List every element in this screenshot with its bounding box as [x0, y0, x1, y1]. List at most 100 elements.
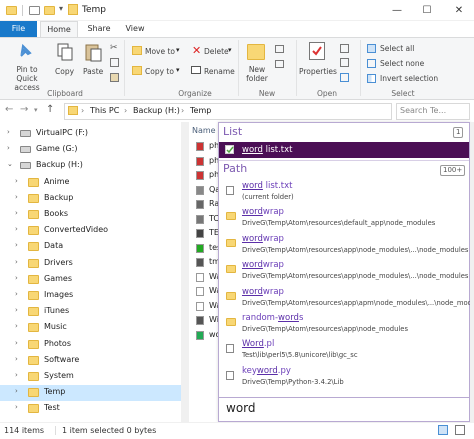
content-scrollbar[interactable] — [470, 122, 474, 422]
paste-button[interactable]: Paste — [83, 67, 103, 76]
new-folder-button[interactable]: New folder — [243, 65, 271, 83]
paste-shortcut-icon[interactable] — [110, 73, 119, 82]
copy-to-button[interactable]: Copy to — [145, 67, 174, 76]
tree-drive-item[interactable]: › Game (G:) — [0, 142, 182, 158]
recent-locations-icon[interactable]: ▾ — [34, 106, 38, 114]
chevron-right-icon[interactable]: › — [15, 209, 18, 217]
up-icon[interactable]: ↑ — [46, 104, 54, 115]
copy-path-icon[interactable] — [110, 58, 119, 67]
large-icons-view-icon[interactable] — [455, 425, 465, 435]
tab-share[interactable]: Share — [82, 21, 116, 37]
result-name[interactable]: wordwrap — [242, 260, 284, 270]
tree-folder-item[interactable]: › Photos — [0, 337, 182, 353]
navigation-scrollbar[interactable] — [181, 122, 189, 422]
forward-icon[interactable]: → — [20, 104, 28, 115]
tree-folder-item[interactable]: › iTunes — [0, 304, 182, 320]
quick-access-dropdown-icon[interactable]: ▾ — [59, 4, 63, 13]
chevron-right-icon[interactable]: › — [15, 403, 18, 411]
cut-icon[interactable]: ✂ — [110, 43, 118, 53]
tree-folder-item[interactable]: › Games — [0, 272, 182, 288]
breadcrumb-temp[interactable]: Temp — [190, 106, 211, 115]
easy-access-icon[interactable] — [275, 60, 284, 68]
tree-folder-item[interactable]: › Images — [0, 288, 182, 304]
result-name[interactable]: wordwrap — [242, 234, 284, 244]
result-name[interactable]: Word.pl — [242, 339, 274, 349]
chevron-right-icon[interactable]: › — [15, 339, 18, 347]
result-name[interactable]: keyword.py — [242, 366, 291, 376]
details-view-icon[interactable] — [438, 425, 448, 435]
new-folder-icon[interactable] — [44, 6, 55, 15]
chevron-down-icon[interactable]: ⌄ — [7, 160, 13, 168]
tree-folder-item[interactable]: › Temp — [0, 385, 182, 402]
result-name[interactable]: random-words — [242, 313, 303, 323]
chevron-right-icon[interactable]: › — [15, 371, 18, 379]
chevron-right-icon[interactable]: › — [15, 274, 18, 282]
rename-button[interactable]: Rename — [204, 67, 235, 76]
tree-folder-item[interactable]: › Drivers — [0, 256, 182, 272]
edit-icon[interactable] — [340, 58, 349, 67]
selected-result-name[interactable]: word list.txt — [242, 145, 293, 155]
chevron-right-icon[interactable]: › — [15, 193, 18, 201]
chevron-right-icon[interactable]: › — [15, 306, 18, 314]
tree-folder-item[interactable]: › System — [0, 369, 182, 385]
result-name[interactable]: wordwrap — [242, 287, 284, 297]
paste-icon[interactable] — [83, 42, 103, 62]
chevron-right-icon[interactable]: › — [15, 241, 18, 249]
result-name[interactable]: wordwrap — [242, 207, 284, 217]
breadcrumb-this-pc[interactable]: This PC — [90, 106, 119, 115]
new-folder-icon[interactable] — [247, 44, 265, 60]
open-icon[interactable] — [340, 44, 349, 53]
tab-view[interactable]: View — [120, 21, 150, 37]
move-to-button[interactable]: Move to — [145, 47, 175, 56]
tree-folder-item[interactable]: › Books — [0, 207, 182, 223]
select-all-button[interactable]: Select all — [380, 44, 414, 53]
pin-icon[interactable] — [15, 42, 35, 62]
chevron-right-icon[interactable]: › — [7, 128, 10, 136]
chevron-right-icon[interactable]: › — [15, 322, 18, 330]
chevron-right-icon[interactable]: › — [181, 106, 184, 115]
tree-folder-item[interactable]: › Music — [0, 320, 182, 336]
back-icon[interactable]: ← — [5, 104, 13, 115]
tree-drive-item[interactable]: › VirtualPC (F:) — [0, 126, 182, 142]
minimize-icon[interactable]: — — [382, 0, 412, 21]
quick-search-input[interactable] — [219, 397, 469, 419]
tree-folder-item[interactable]: › Anime — [0, 175, 182, 191]
chevron-right-icon[interactable]: › — [15, 355, 18, 363]
chevron-right-icon[interactable]: › — [15, 290, 18, 298]
tab-file[interactable]: File — [0, 21, 37, 37]
close-icon[interactable]: ✕ — [444, 0, 474, 21]
properties-icon[interactable] — [29, 6, 40, 15]
tree-drive-item[interactable]: ⌄ Backup (H:) — [0, 158, 182, 174]
select-none-button[interactable]: Select none — [380, 59, 424, 68]
maximize-icon[interactable]: ☐ — [412, 0, 442, 21]
breadcrumb-backup[interactable]: Backup (H:) — [133, 106, 180, 115]
folder-icon — [28, 193, 39, 203]
result-name[interactable]: word list.txt — [242, 181, 293, 191]
copy-icon[interactable] — [55, 42, 75, 62]
chevron-right-icon[interactable]: › — [7, 144, 10, 152]
chevron-right-icon[interactable]: › — [15, 177, 18, 185]
chevron-right-icon[interactable]: › — [15, 258, 18, 266]
tab-home[interactable]: Home — [40, 21, 78, 37]
tree-folder-item[interactable]: › Software — [0, 353, 182, 369]
history-icon[interactable] — [340, 73, 349, 82]
chevron-right-icon[interactable]: › — [15, 387, 18, 395]
copy-button[interactable]: Copy — [55, 67, 74, 76]
delete-icon[interactable]: ✕ — [192, 44, 201, 57]
tree-folder-item[interactable]: › ConvertedVideo — [0, 223, 182, 239]
tree-folder-item[interactable]: › Data — [0, 239, 182, 255]
new-item-icon[interactable] — [275, 45, 284, 53]
chevron-right-icon[interactable]: › — [15, 225, 18, 233]
delete-button[interactable]: Delete — [204, 47, 229, 56]
properties-icon[interactable] — [309, 42, 325, 60]
chevron-right-icon[interactable]: › — [81, 106, 84, 115]
rename-icon[interactable] — [191, 66, 201, 74]
column-header-name[interactable]: Name — [192, 126, 216, 135]
quick-search-input-value[interactable]: word — [226, 401, 256, 415]
pin-to-quick-access-button[interactable]: Pin to Quick access — [5, 65, 49, 92]
tree-folder-item[interactable]: › Test — [0, 401, 182, 417]
invert-selection-button[interactable]: Invert selection — [380, 74, 438, 83]
tree-folder-item[interactable]: › Backup — [0, 191, 182, 207]
chevron-right-icon[interactable]: › — [124, 106, 127, 115]
properties-button[interactable]: Properties — [299, 67, 337, 76]
